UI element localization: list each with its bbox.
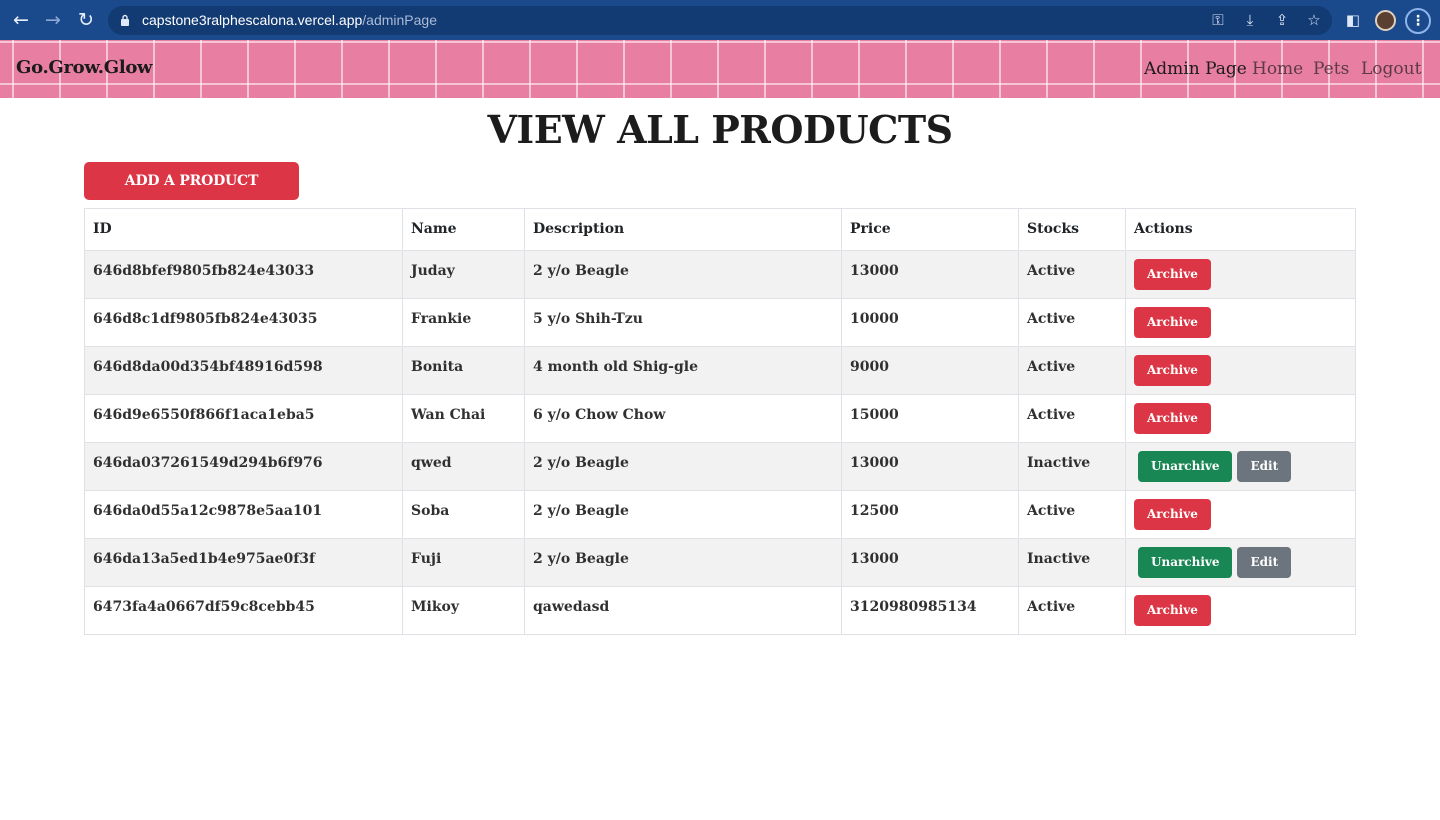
table-body: 646d8bfef9805fb824e43033 Juday 2 y/o Beagl…: [84, 250, 1356, 635]
cell-actions: Unarchive Edit: [1125, 442, 1356, 491]
table-row: 646d8bfef9805fb824e43033 Juday 2 y/o Beagl…: [84, 250, 1356, 299]
cell-actions: Archive: [1125, 250, 1356, 299]
cell-description: qawedasd: [524, 586, 842, 635]
nav-link-pets[interactable]: Pets: [1313, 59, 1349, 79]
cell-price: 13000: [841, 538, 1019, 587]
cell-price: 15000: [841, 394, 1019, 443]
nav-link-home[interactable]: Home: [1252, 59, 1303, 79]
cell-name: Frankie: [402, 298, 525, 347]
sidebar-icon[interactable]: ◧: [1343, 10, 1363, 30]
cell-id: 646da037261549d294b6f976: [84, 442, 403, 491]
cell-id: 646d8bfef9805fb824e43033: [84, 250, 403, 299]
column-header-description: Description: [524, 208, 842, 251]
cell-name: Soba: [402, 490, 525, 539]
archive-button[interactable]: Archive: [1134, 259, 1211, 290]
cell-description: 2 y/o Beagle: [524, 250, 842, 299]
back-arrow-icon[interactable]: ←: [9, 8, 33, 32]
cell-actions: Unarchive Edit: [1125, 538, 1356, 587]
cell-price: 9000: [841, 346, 1019, 395]
cell-description: 6 y/o Chow Chow: [524, 394, 842, 443]
column-header-name: Name: [402, 208, 525, 251]
edit-button[interactable]: Edit: [1237, 451, 1292, 482]
table-row: 646da037261549d294b6f976 qwed 2 y/o Beagle…: [84, 442, 1356, 491]
share-icon[interactable]: ⇪: [1272, 10, 1292, 30]
page-title: VIEW ALL PRODUCTS: [487, 107, 953, 152]
cell-id: 6473fa4a0667df59c8cebb45: [84, 586, 403, 635]
cell-price: 3120980985134: [841, 586, 1019, 635]
cell-name: Bonita: [402, 346, 525, 395]
profile-avatar[interactable]: [1375, 10, 1396, 31]
column-header-id: ID: [84, 208, 403, 251]
column-header-actions: Actions: [1125, 208, 1356, 251]
cell-actions: Archive: [1125, 298, 1356, 347]
browser-toolbar: ← → ↻ capstone3ralphescalona.vercel.app/…: [0, 0, 1440, 40]
cell-name: qwed: [402, 442, 525, 491]
archive-button[interactable]: Archive: [1134, 595, 1211, 626]
cell-description: 2 y/o Beagle: [524, 490, 842, 539]
cell-price: 13000: [841, 442, 1019, 491]
table-row: 646d9e6550f866f1aca1eba5 Wan Chai 6 y/o Ch…: [84, 394, 1356, 443]
table-header-row: ID Name Description Price Stocks Actions: [84, 208, 1356, 251]
unarchive-button[interactable]: Unarchive: [1138, 547, 1233, 578]
cell-stocks: Active: [1018, 298, 1126, 347]
key-icon[interactable]: ⚿: [1208, 10, 1228, 30]
url-host: capstone3ralphescalona.vercel.app: [142, 12, 363, 28]
reload-icon[interactable]: ↻: [74, 8, 98, 32]
cell-description: 2 y/o Beagle: [524, 442, 842, 491]
address-bar[interactable]: capstone3ralphescalona.vercel.app/adminP…: [108, 6, 1332, 35]
brand-logo[interactable]: Go.Grow.Glow: [16, 57, 153, 78]
cell-price: 12500: [841, 490, 1019, 539]
archive-button[interactable]: Archive: [1134, 355, 1211, 386]
archive-button[interactable]: Archive: [1134, 307, 1211, 338]
cell-name: Fuji: [402, 538, 525, 587]
cell-price: 10000: [841, 298, 1019, 347]
cell-actions: Archive: [1125, 394, 1356, 443]
table-row: 646da13a5ed1b4e975ae0f3f Fuji 2 y/o Beagle…: [84, 538, 1356, 587]
cell-id: 646d8da00d354bf48916d598: [84, 346, 403, 395]
cell-id: 646da13a5ed1b4e975ae0f3f: [84, 538, 403, 587]
column-header-stocks: Stocks: [1018, 208, 1126, 251]
cell-stocks: Inactive: [1018, 538, 1126, 587]
forward-arrow-icon[interactable]: →: [41, 8, 65, 32]
cell-stocks: Inactive: [1018, 442, 1126, 491]
cell-description: 2 y/o Beagle: [524, 538, 842, 587]
cell-description: 5 y/o Shih-Tzu: [524, 298, 842, 347]
table-row: 646d8c1df9805fb824e43035 Frankie 5 y/o Shi…: [84, 298, 1356, 347]
nav-link-admin-page[interactable]: Admin Page: [1144, 59, 1247, 79]
cell-name: Juday: [402, 250, 525, 299]
install-icon[interactable]: ⤓: [1240, 10, 1260, 30]
star-icon[interactable]: ☆: [1304, 10, 1324, 30]
cell-name: Wan Chai: [402, 394, 525, 443]
add-product-button[interactable]: ADD A PRODUCT: [84, 162, 299, 200]
lock-icon: [121, 14, 129, 26]
cell-description: 4 month old Shig-gle: [524, 346, 842, 395]
table-row: 646d8da00d354bf48916d598 Bonita 4 month ol…: [84, 346, 1356, 395]
table-row: 646da0d55a12c9878e5aa101 Soba 2 y/o Beagle…: [84, 490, 1356, 539]
cell-id: 646d9e6550f866f1aca1eba5: [84, 394, 403, 443]
cell-stocks: Active: [1018, 490, 1126, 539]
url-path: /adminPage: [362, 12, 437, 28]
cell-actions: Archive: [1125, 586, 1356, 635]
cell-price: 13000: [841, 250, 1019, 299]
cell-stocks: Active: [1018, 586, 1126, 635]
site-navbar: Go.Grow.Glow Admin Page Home Pets Logout: [0, 40, 1440, 98]
products-table: ID Name Description Price Stocks Actions…: [84, 208, 1356, 635]
url-text: capstone3ralphescalona.vercel.app/adminP…: [142, 12, 437, 28]
cell-stocks: Active: [1018, 346, 1126, 395]
cell-stocks: Active: [1018, 394, 1126, 443]
nav-link-logout[interactable]: Logout: [1361, 59, 1421, 79]
cell-id: 646d8c1df9805fb824e43035: [84, 298, 403, 347]
archive-button[interactable]: Archive: [1134, 499, 1211, 530]
cell-stocks: Active: [1018, 250, 1126, 299]
table-row: 6473fa4a0667df59c8cebb45 Mikoy qawedasd 312…: [84, 586, 1356, 635]
cell-name: Mikoy: [402, 586, 525, 635]
unarchive-button[interactable]: Unarchive: [1138, 451, 1233, 482]
edit-button[interactable]: Edit: [1237, 547, 1292, 578]
cell-actions: Archive: [1125, 346, 1356, 395]
cell-id: 646da0d55a12c9878e5aa101: [84, 490, 403, 539]
column-header-price: Price: [841, 208, 1019, 251]
archive-button[interactable]: Archive: [1134, 403, 1211, 434]
kebab-menu-icon[interactable]: ⋮: [1405, 8, 1431, 34]
cell-actions: Archive: [1125, 490, 1356, 539]
